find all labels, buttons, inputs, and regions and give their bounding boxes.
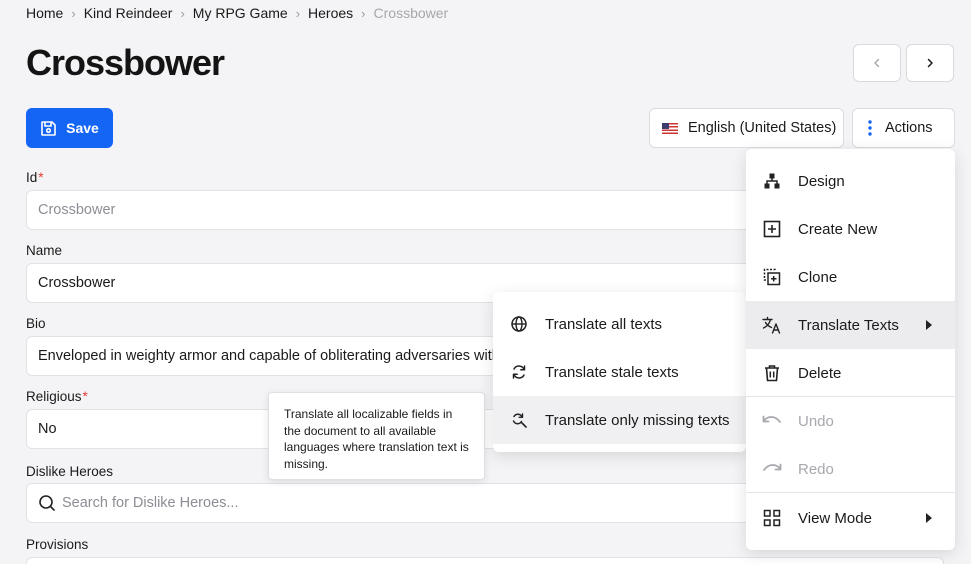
breadcrumb-project[interactable]: Kind Reindeer	[84, 5, 173, 21]
id-label: Id*	[26, 170, 44, 185]
breadcrumb-separator-icon: ›	[180, 5, 185, 21]
caret-right-icon	[926, 513, 932, 523]
dislike-heroes-search[interactable]: Search for Dislike Heroes...	[26, 483, 786, 523]
menu-item-redo[interactable]: Redo	[746, 445, 955, 493]
breadcrumb: Home › Kind Reindeer › My RPG Game › Her…	[26, 5, 448, 21]
save-label: Save	[66, 120, 99, 136]
id-field[interactable]: Crossbower	[26, 190, 786, 230]
actions-button[interactable]: Actions	[852, 108, 955, 148]
chevron-left-icon	[874, 58, 880, 68]
bio-label: Bio	[26, 316, 46, 331]
grid-icon	[762, 508, 782, 528]
menu-item-clone[interactable]: Clone	[746, 253, 955, 301]
undo-icon	[762, 411, 782, 431]
search-refresh-icon	[509, 410, 529, 430]
redo-icon	[762, 459, 782, 479]
translate-icon	[762, 315, 782, 335]
menu-item-design[interactable]: Design	[746, 157, 955, 205]
plus-square-icon	[762, 219, 782, 239]
translate-stale-texts-item[interactable]: Translate stale texts	[493, 348, 746, 396]
breadcrumb-current: Crossbower	[373, 5, 449, 21]
menu-item-undo[interactable]: Undo	[746, 397, 955, 445]
translate-submenu: Translate all texts Translate stale text…	[493, 292, 746, 452]
breadcrumb-heroes[interactable]: Heroes	[308, 5, 353, 21]
page-title: Crossbower	[26, 42, 225, 83]
translate-tooltip: Translate all localizable fields in the …	[268, 392, 485, 480]
refresh-icon	[509, 362, 529, 382]
clone-icon	[762, 267, 782, 287]
translate-missing-texts-item[interactable]: Translate only missing texts	[493, 396, 746, 444]
next-button[interactable]	[906, 44, 954, 82]
menu-item-translate-texts[interactable]: Translate Texts	[746, 301, 955, 349]
dislike-heroes-label: Dislike Heroes	[26, 464, 114, 479]
globe-icon	[509, 314, 529, 334]
search-icon	[39, 495, 55, 511]
menu-item-delete[interactable]: Delete	[746, 349, 955, 397]
trash-icon	[762, 363, 782, 383]
provisions-label: Provisions	[26, 537, 89, 552]
breadcrumb-separator-icon: ›	[71, 5, 76, 21]
chevron-right-icon	[927, 58, 933, 68]
breadcrumb-separator-icon: ›	[295, 5, 301, 21]
actions-menu: Design Create New Clone Translate Texts …	[746, 149, 955, 550]
language-label: English (United States)	[688, 120, 837, 136]
menu-divider	[746, 492, 955, 493]
more-vertical-icon	[868, 120, 872, 136]
breadcrumb-home[interactable]: Home	[26, 5, 63, 21]
hierarchy-icon	[762, 171, 782, 191]
save-button[interactable]: Save	[26, 108, 113, 148]
translate-all-texts-item[interactable]: Translate all texts	[493, 300, 746, 348]
breadcrumb-game[interactable]: My RPG Game	[193, 5, 288, 21]
caret-right-icon	[926, 320, 932, 330]
provisions-field[interactable]	[26, 557, 944, 564]
us-flag-icon	[662, 122, 678, 134]
menu-item-create-new[interactable]: Create New	[746, 205, 955, 253]
actions-label: Actions	[885, 120, 933, 136]
required-marker: *	[38, 170, 44, 185]
religious-label: Religious*	[26, 389, 88, 404]
name-label: Name	[26, 243, 63, 258]
required-marker: *	[82, 389, 88, 404]
language-selector[interactable]: English (United States)	[649, 108, 844, 148]
breadcrumb-separator-icon: ›	[361, 5, 366, 21]
save-icon	[41, 120, 56, 136]
menu-item-view-mode[interactable]: View Mode	[746, 494, 955, 542]
previous-button[interactable]	[853, 44, 901, 82]
